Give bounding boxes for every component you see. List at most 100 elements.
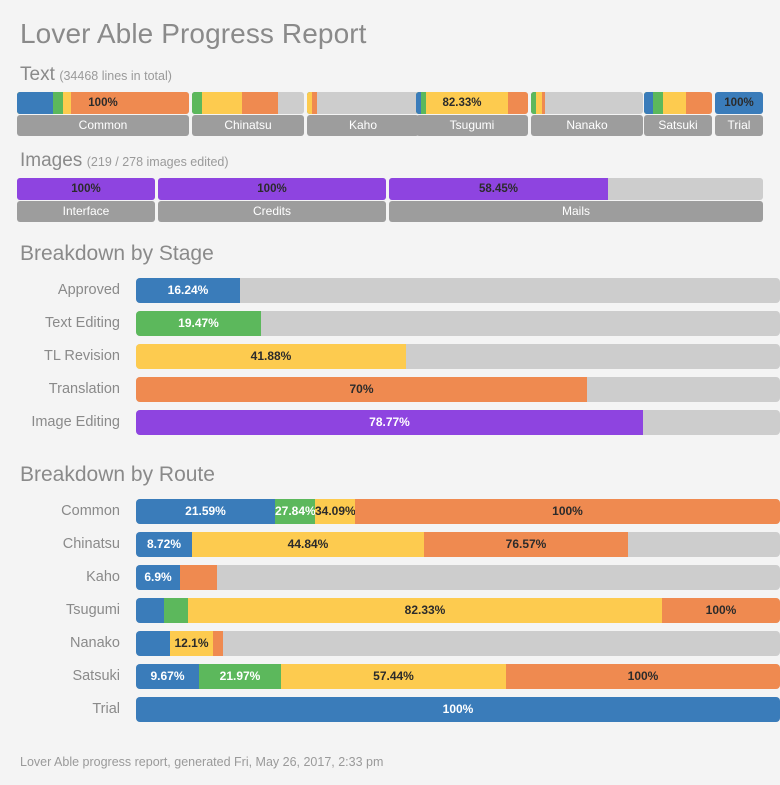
segment-fill-approved [644,92,653,114]
text-labels-row: CommonChinatsuKahoTsugumiNanakoSatsukiTr… [16,115,764,136]
segment-group [644,92,712,114]
stage-row-label: Image Editing [16,410,120,435]
text-section-subtitle: (34468 lines in total) [59,69,172,83]
route-progress-track: 82.33%100% [136,598,780,623]
route-percent-label: 100% [355,499,780,524]
stage-row-label: Translation [16,377,120,402]
route-row-label: Nanako [16,631,120,656]
route-percent-label: 100% [136,697,780,722]
segment-group: 82.33% [416,92,528,114]
route-row-label: Trial [16,697,120,722]
segment-group [307,92,419,114]
stage-row-label: TL Revision [16,344,120,369]
route-row-label: Kaho [16,565,120,590]
stage-row: TL Revision41.88% [16,344,764,377]
group-label-credits[interactable]: Credits [158,201,386,222]
route-row-label: Common [16,499,120,524]
stage-row: Text Editing 19.47% [16,311,764,344]
group-label-kaho[interactable]: Kaho [307,115,419,136]
stage-percent-label: 19.47% [136,311,261,336]
route-percent-label: 100% [662,598,780,623]
images-bars-row: 100%100%58.45% [16,178,764,200]
page-title: Lover Able Progress Report [16,0,764,50]
route-segment-approved [136,598,164,623]
route-row: Kaho 6.9% [16,565,764,598]
images-segmented-chart: 100%100%58.45% InterfaceCreditsMails [16,178,764,222]
route-progress-track: 9.67%21.97%57.44%100% [136,664,780,689]
route-percent-label: 57.44% [281,664,506,689]
group-label-common[interactable]: Common [17,115,189,136]
segment-value-label: 100% [715,92,763,114]
route-row: Nanako 12.1% [16,631,764,664]
progress-report-page: Lover Able Progress Report Text (34468 l… [0,0,780,785]
segment-group [531,92,643,114]
route-progress-track: 6.9% [136,565,780,590]
segment-group: 100% [17,92,189,114]
text-section-header: Text (34468 lines in total) [16,50,764,92]
group-label-interface[interactable]: Interface [17,201,155,222]
images-section-subtitle: (219 / 278 images edited) [87,155,229,169]
stage-row: Approved 16.24% [16,278,764,311]
route-progress-track: 21.59%27.84%34.09%100% [136,499,780,524]
group-label-nanako[interactable]: Nanako [531,115,643,136]
route-row: Trial100% [16,697,764,730]
stage-rows: Approved 16.24% Text Editing 19.47% TL Revis… [16,278,764,443]
route-percent-label: 27.84% [275,499,315,524]
route-percent-label: 34.09% [315,499,355,524]
images-section-header: Images (219 / 278 images edited) [16,136,764,178]
stage-percent-label: 78.77% [136,410,643,435]
route-segment-translation [213,631,223,656]
stage-progress-track: 16.24% [136,278,780,303]
segment-group: 100% [158,178,386,200]
segment-fill-text_editing [192,92,202,114]
segment-group: 58.45% [389,178,763,200]
stage-progress-track: 70% [136,377,780,402]
route-percent-label: 8.72% [136,532,192,557]
group-label-satsuki[interactable]: Satsuki [644,115,712,136]
route-progress-track: 8.72%44.84%76.57% [136,532,780,557]
route-percent-label: 21.59% [136,499,275,524]
segment-value-label: 58.45% [389,178,608,200]
group-label-trial[interactable]: Trial [715,115,763,136]
stage-section-title: Breakdown by Stage [16,222,764,278]
segment-value-label: 100% [158,178,386,200]
text-bars-row: 100% 82.33% 100% [16,92,764,114]
route-percent-label: 76.57% [424,532,628,557]
stage-percent-label: 16.24% [136,278,240,303]
stage-row: Image Editing 78.77% [16,410,764,443]
route-percent-label: 21.97% [199,664,281,689]
stage-progress-track: 78.77% [136,410,780,435]
route-segment-approved [136,631,170,656]
segment-fill-tl_revision [307,92,312,114]
stage-progress-track: 41.88% [136,344,780,369]
segment-group [192,92,304,114]
stage-row-label: Text Editing [16,311,120,336]
route-segment-text_editing [164,598,188,623]
route-segment-translation [180,565,217,590]
stage-row-label: Approved [16,278,120,303]
route-row: Chinatsu8.72%44.84%76.57% [16,532,764,565]
route-percent-label: 82.33% [188,598,662,623]
route-section-title: Breakdown by Route [16,443,764,499]
text-segmented-chart: 100% 82.33% 100% CommonChinatsuKahoTsugumi… [16,92,764,136]
group-label-chinatsu[interactable]: Chinatsu [192,115,304,136]
segment-value-label: 100% [17,178,155,200]
route-percent-label: 6.9% [136,565,180,590]
segment-group: 100% [17,178,155,200]
route-percent-label: 12.1% [170,631,213,656]
stage-progress-track: 19.47% [136,311,780,336]
route-progress-track: 100% [136,697,780,722]
route-row: Satsuki9.67%21.97%57.44%100% [16,664,764,697]
route-row: Tsugumi82.33%100% [16,598,764,631]
route-rows: Common21.59%27.84%34.09%100%Chinatsu8.72… [16,499,764,730]
route-row-label: Tsugumi [16,598,120,623]
report-footer: Lover Able progress report, generated Fr… [20,755,383,769]
segment-value-label: 82.33% [416,92,508,114]
segment-value-label: 100% [17,92,189,114]
route-row-label: Satsuki [16,664,120,689]
segment-group: 100% [715,92,763,114]
route-row-label: Chinatsu [16,532,120,557]
text-section-title: Text [20,64,55,85]
group-label-tsugumi[interactable]: Tsugumi [416,115,528,136]
group-label-mails[interactable]: Mails [389,201,763,222]
